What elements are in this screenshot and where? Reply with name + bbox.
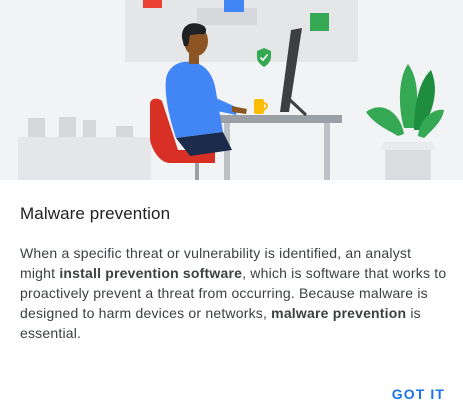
plant-pot-rim: [382, 142, 434, 150]
chair-stem: [195, 163, 199, 180]
counter-item: [59, 117, 76, 137]
desk-leg: [324, 123, 330, 180]
counter-item: [83, 120, 96, 137]
sticky-note-green: [310, 13, 329, 31]
plant-leaf: [366, 107, 404, 136]
desk-leg: [224, 123, 230, 180]
counter-item: [28, 118, 45, 137]
counter-item: [116, 126, 133, 137]
mug: [254, 99, 264, 114]
plant-pot: [385, 148, 431, 180]
dialog-title: Malware prevention: [20, 204, 171, 223]
dialog-body-text: When a specific threat or vulnerability …: [20, 243, 448, 343]
desk-top: [214, 115, 342, 123]
body-bold-malware-prevention: malware prevention: [271, 305, 407, 321]
got-it-button[interactable]: GOT IT: [392, 382, 445, 406]
body-bold-install-prevention-software: install prevention software: [59, 265, 243, 281]
sticky-note-red: [143, 0, 162, 8]
monitor-stand: [288, 98, 308, 117]
shield-check-icon: [257, 48, 271, 67]
office-scene-illustration: [18, 0, 444, 180]
sticky-note-blue: [224, 0, 244, 12]
malware-prevention-dialog: Malware prevention When a specific threa…: [0, 0, 463, 412]
hero-illustration: [0, 0, 463, 180]
mug-handle: [263, 102, 268, 111]
side-counter: [18, 137, 151, 180]
